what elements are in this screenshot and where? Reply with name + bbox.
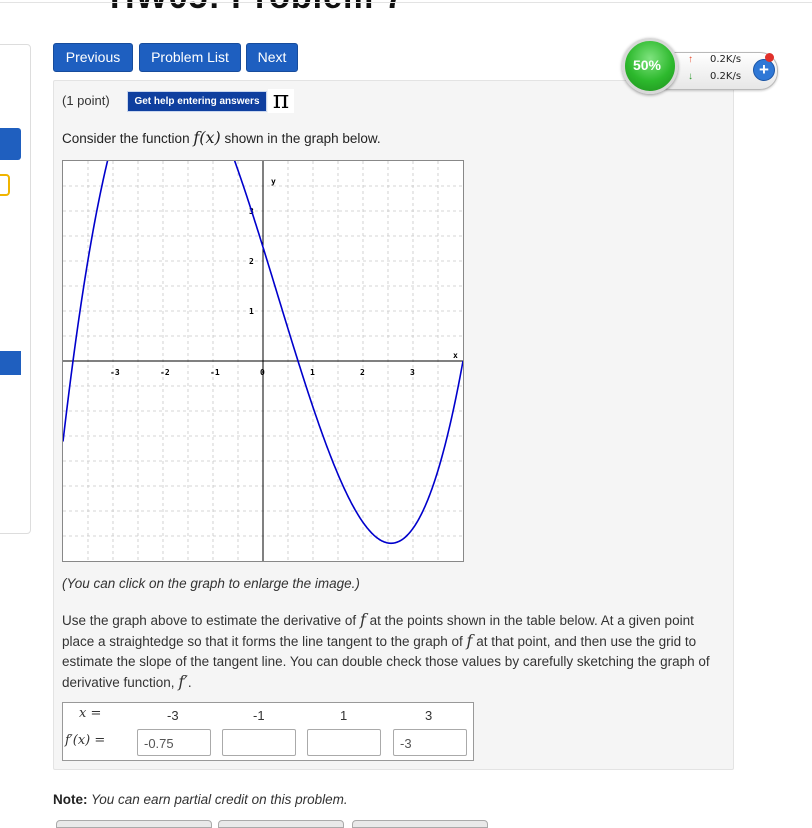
download-arrow-icon: ↓ (688, 71, 693, 82)
y-tick-label: 1 (249, 307, 254, 316)
note-label: Note: (53, 792, 88, 807)
instructions-text-1: Use the graph above to estimate the deri… (62, 613, 360, 628)
bottom-button-2[interactable] (218, 820, 344, 828)
x-axis-label: x (453, 351, 458, 360)
answer-input-4[interactable]: -3 (393, 729, 467, 756)
sidebar-tab-yellow[interactable] (0, 174, 10, 196)
intro-text-end: shown in the graph below. (220, 131, 381, 146)
x-tick-label: -3 (110, 368, 120, 377)
answer-input-1[interactable]: -0.75 (137, 729, 211, 756)
answer-input-2[interactable] (222, 729, 296, 756)
y-axis-label: y (271, 177, 276, 186)
notification-dot (765, 53, 774, 62)
function-graph[interactable]: -3 -2 -1 0 1 2 3 1 2 3 x y (62, 160, 464, 562)
gauge-percent: 50% (632, 57, 662, 73)
problem-list-button[interactable]: Problem List (139, 43, 241, 72)
instructions-fprime: f′ (178, 672, 188, 691)
plus-icon[interactable]: + (753, 59, 775, 81)
sidebar-tab-blue-lower[interactable] (0, 351, 21, 375)
intro-text: Consider the function (62, 131, 194, 146)
upload-speed: 0.2K/s (710, 54, 742, 65)
derivative-table: x = f′(x) = -3 -1 1 3 -0.75 -3 (62, 702, 474, 761)
x-tick-label: 0 (260, 368, 265, 377)
x-header: x = (79, 706, 102, 721)
bottom-button-1[interactable] (56, 820, 212, 828)
x-tick-label: 2 (360, 368, 365, 377)
upload-arrow-icon: ↑ (688, 54, 693, 65)
x-tick-label: -1 (210, 368, 220, 377)
help-entering-answers-button[interactable]: Get help entering answers (127, 91, 267, 112)
pi-icon[interactable]: π (268, 87, 294, 113)
x-value: 3 (425, 708, 433, 723)
note-text: You can earn partial credit on this prob… (87, 792, 348, 807)
x-tick-label: 1 (310, 368, 315, 377)
bottom-button-3[interactable] (352, 820, 488, 828)
point-value: (1 point) (62, 93, 110, 108)
partial-credit-note: Note: You can earn partial credit on thi… (53, 792, 348, 807)
instructions-text-4: . (187, 675, 192, 690)
problem-instructions: Use the graph above to estimate the deri… (62, 610, 722, 693)
intro-math: f(x) (193, 128, 221, 147)
enlarge-graph-note: (You can click on the graph to enlarge t… (62, 576, 360, 591)
x-value: -3 (167, 708, 179, 723)
fprime-header: f′(x) = (65, 733, 106, 748)
previous-button[interactable]: Previous (53, 43, 133, 72)
network-speed-widget[interactable]: 50% ↑ 0.2K/s ↓ 0.2K/s + (622, 38, 778, 96)
next-button[interactable]: Next (246, 43, 298, 72)
left-sidebar-panel (0, 44, 31, 534)
graph-canvas[interactable]: -3 -2 -1 0 1 2 3123 x y (63, 161, 463, 561)
y-tick-label: 2 (249, 257, 254, 266)
sidebar-tab-blue[interactable] (0, 128, 21, 160)
top-divider (0, 2, 812, 3)
x-tick-label: 3 (410, 368, 415, 377)
x-value: -1 (253, 708, 265, 723)
answer-input-3[interactable] (307, 729, 381, 756)
problem-intro: Consider the function f(x) shown in the … (62, 128, 381, 147)
download-speed: 0.2K/s (710, 71, 742, 82)
x-tick-label: -2 (160, 368, 170, 377)
x-value: 1 (340, 708, 348, 723)
